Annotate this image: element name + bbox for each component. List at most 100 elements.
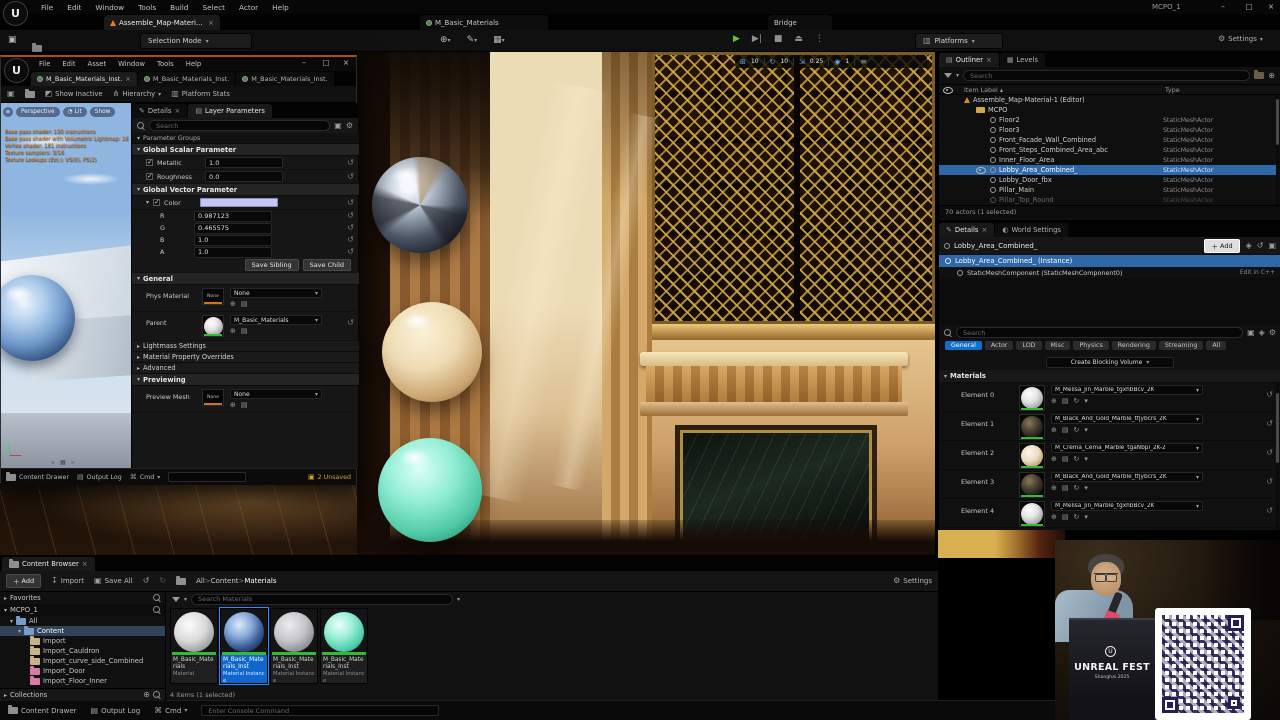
browse-to-icon[interactable]: ▤ (1062, 484, 1069, 492)
asset-tab[interactable]: M_Basic_Materials_Inst. × (138, 72, 235, 86)
blueprints-icon[interactable]: ✎▾ (467, 35, 478, 45)
param-value-input[interactable]: 0.0 (205, 171, 283, 182)
play-options-icon[interactable]: ⋮ (815, 34, 824, 44)
reset-param-icon[interactable]: ↺ (347, 212, 354, 220)
menu-item[interactable]: Help (265, 3, 296, 12)
material-preview-viewport[interactable]: ≡ Perspective ◔Lit Show Base pass shader… (1, 103, 131, 468)
parent-dropdown[interactable]: M_Basic_Materials▾ (230, 315, 322, 325)
item-label-column[interactable]: Item Label ▴ (964, 86, 1003, 94)
camera-speed-icon[interactable]: ◉ (834, 58, 840, 66)
filter-chip[interactable]: General (945, 341, 982, 350)
viewport-options-icon[interactable]: ≡ (3, 107, 13, 117)
channel-value-input[interactable]: 0.987123 (194, 211, 272, 222)
tree-item-content[interactable]: ▾ Content (0, 626, 165, 636)
float-titlebar[interactable]: U FileEditAssetWindowToolsHelp – □ × (1, 57, 356, 71)
filter-chip[interactable]: Physics (1073, 341, 1108, 350)
console-input[interactable] (168, 472, 246, 482)
preview-sphere-teal[interactable] (378, 438, 482, 542)
asset-tab[interactable]: M_Basic_Materials_Inst. × (31, 72, 137, 86)
maximize-button[interactable]: □ (319, 58, 333, 67)
reset-param-icon[interactable]: ↺ (347, 236, 354, 244)
search-icon[interactable] (153, 594, 161, 602)
display-options-icon[interactable]: ▣ (1247, 329, 1255, 337)
vector-group-header[interactable]: ▾Global Vector Parameter (132, 184, 359, 196)
history-forward-icon[interactable]: ↻ (159, 577, 166, 585)
platform-stats-button[interactable]: ▥ Platform Stats (171, 90, 230, 98)
tree-folder[interactable]: Import_Cauldron (0, 646, 165, 656)
close-tab-icon[interactable]: × (986, 56, 992, 64)
cmd-dropdown[interactable]: ⌘ Cmd▾ (154, 707, 187, 715)
close-tab-icon[interactable]: × (981, 226, 987, 234)
save-sibling-button[interactable]: Save Sibling (245, 259, 299, 271)
outliner-row[interactable]: Inner_Floor_Area StaticMeshActor (939, 155, 1277, 165)
menu-item[interactable]: File (34, 3, 60, 12)
filter-chip[interactable]: Streaming (1159, 341, 1204, 350)
snap-scale-icon[interactable]: ⇲ (799, 58, 805, 66)
prev-mesh-icon[interactable]: ◃ (51, 459, 54, 466)
convert-icon[interactable]: ↻ (1074, 484, 1080, 492)
next-mesh-icon[interactable]: ▹ (72, 459, 75, 466)
content-drawer-button[interactable]: Content Drawer (8, 707, 77, 715)
browse-to-icon[interactable]: ▤ (1062, 426, 1069, 434)
filter-chip[interactable]: All (1206, 341, 1226, 350)
convert-icon[interactable]: ↻ (1074, 513, 1080, 521)
use-selected-icon[interactable]: ⊕ (1051, 484, 1057, 492)
play-icon[interactable]: ▶ (733, 34, 740, 44)
outliner-row[interactable]: Floor3 StaticMeshActor (939, 125, 1277, 135)
filter-chip[interactable]: LOD (1016, 341, 1041, 350)
materials-scrollbar[interactable] (1276, 383, 1279, 530)
previewing-header[interactable]: ▾Previewing (132, 374, 359, 386)
create-blocking-volume-button[interactable]: Create Blocking Volume▾ (1046, 357, 1174, 368)
preview-mesh-dropdown[interactable]: None▾ (230, 389, 322, 399)
reset-property-icon[interactable]: ↺ (1266, 443, 1273, 457)
show-inactive-toggle[interactable]: ◩ Show Inactive (45, 90, 103, 98)
content-folder-icon[interactable] (32, 45, 42, 52)
type-column[interactable]: Type (1165, 86, 1277, 94)
search-icon[interactable] (153, 691, 161, 699)
outliner-scrollbar[interactable] (1276, 95, 1279, 205)
close-tab-icon[interactable]: × (208, 19, 214, 27)
visibility-eye-icon[interactable] (976, 166, 986, 174)
show-pill[interactable]: Show (90, 107, 116, 117)
maximize-button[interactable]: □ (1242, 2, 1256, 11)
content-settings-button[interactable]: ⚙Settings (893, 577, 932, 585)
browse-to-icon[interactable]: ▤ (241, 327, 248, 335)
breadcrumb-item[interactable]: Materials (244, 577, 276, 585)
reset-param-icon[interactable]: ↺ (347, 173, 354, 181)
menu-item[interactable]: Tools (131, 3, 163, 12)
close-tab-icon[interactable]: × (174, 107, 180, 115)
outliner-row[interactable]: Floor2 StaticMeshActor (939, 115, 1277, 125)
view-options-icon[interactable]: ▣ (334, 122, 342, 130)
browse-to-icon[interactable]: ▤ (1062, 397, 1069, 405)
params-settings-icon[interactable]: ⚙ (346, 122, 353, 130)
menu-item[interactable]: Edit (60, 3, 88, 12)
camera-speed-value[interactable]: 1 (845, 58, 849, 65)
collapsed-section-header[interactable]: ▸Lightmass Settings (132, 341, 359, 352)
outliner-row[interactable]: Pillar_Main StaticMeshActor (939, 185, 1277, 195)
more-options-icon[interactable]: ▾ (1084, 397, 1088, 405)
close-tab-icon[interactable]: × (125, 75, 130, 83)
platforms-dropdown[interactable]: ▥ Platforms▾ (915, 33, 1003, 49)
reset-param-icon[interactable]: ↺ (347, 315, 354, 327)
material-thumbnail[interactable] (1019, 385, 1045, 411)
cmd-dropdown[interactable]: ⌘ Cmd▾ (130, 474, 161, 481)
tree-item-all[interactable]: ▾ All (0, 616, 165, 626)
save-child-button[interactable]: Save Child (303, 259, 351, 271)
browse-to-icon[interactable]: ▤ (241, 401, 248, 409)
browse-to-icon[interactable]: ▤ (1062, 513, 1069, 521)
frame-skip-icon[interactable]: ▶| (752, 34, 762, 44)
use-selected-icon[interactable]: ⊕ (230, 300, 236, 308)
viewport-menu-icon[interactable]: ≡ (860, 58, 867, 66)
filter-icon[interactable] (172, 597, 180, 602)
param-value-input[interactable]: 1.0 (205, 157, 283, 168)
mesh-grid-icon[interactable]: ▦ (60, 459, 66, 466)
filter-icon[interactable] (944, 73, 952, 78)
minimize-button[interactable]: – (297, 58, 311, 67)
asset-tab[interactable]: M_Basic_Materials_Inst. × (236, 72, 333, 86)
tree-folder[interactable]: Import_curve_side_Combined (0, 656, 165, 666)
tab-levels[interactable]: ▦ Levels (1000, 53, 1045, 67)
tree-folder[interactable]: Import_Door (0, 666, 165, 676)
reset-param-icon[interactable]: ↺ (347, 224, 354, 232)
tab-assemble-map[interactable]: Assemble_Map-Materi... × (104, 15, 220, 30)
lock-icon[interactable]: ▣ (1268, 242, 1276, 250)
